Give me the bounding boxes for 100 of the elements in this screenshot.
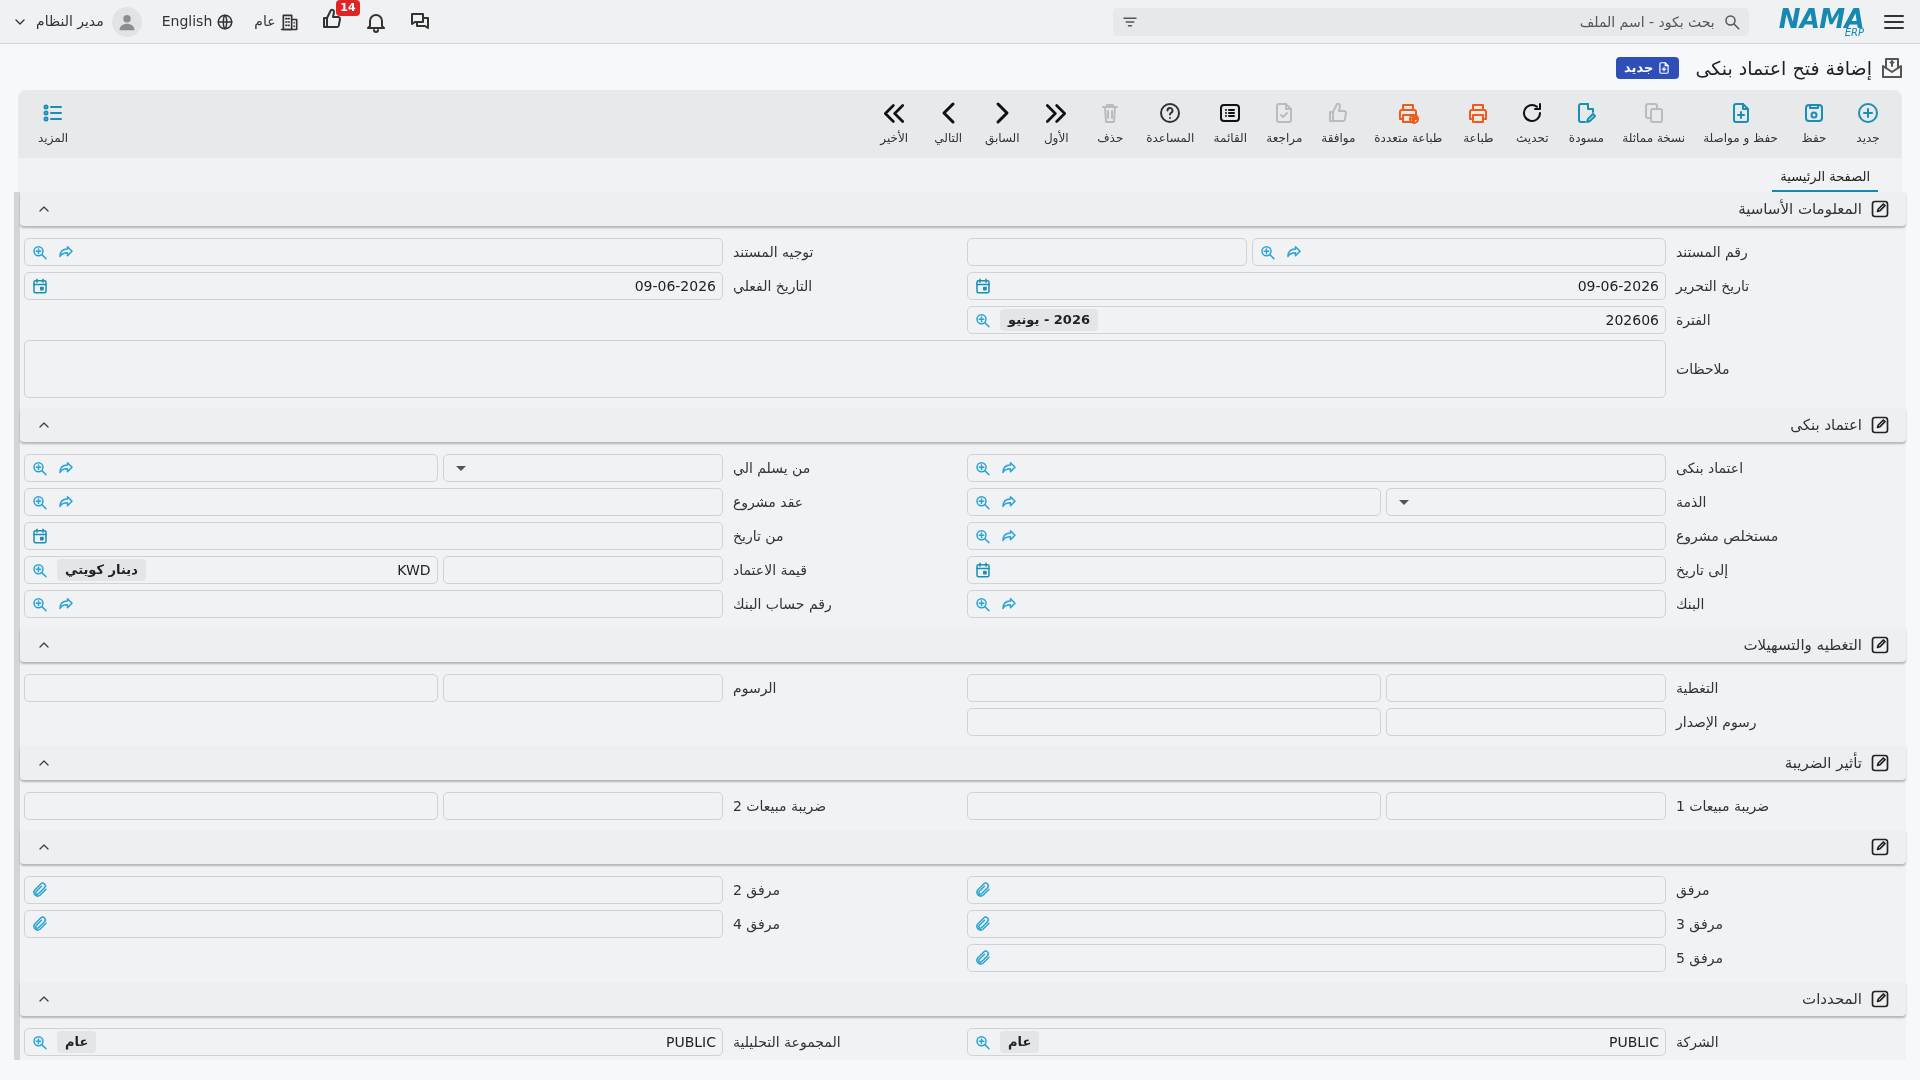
toolbar-button[interactable]: حفظ و مواصلة xyxy=(1695,101,1786,147)
attachment-field[interactable] xyxy=(967,944,1666,972)
field-label: الرسوم xyxy=(732,678,778,699)
toolbar-button[interactable]: طباعة متعددة xyxy=(1366,101,1451,147)
calendar-icon xyxy=(31,527,49,545)
search-add-icon xyxy=(974,595,992,613)
page-title: إضافة فتح اعتماد بنكى xyxy=(1695,55,1872,82)
lookup-field[interactable] xyxy=(967,454,1666,482)
field-label: من تاريخ xyxy=(732,526,785,547)
value-tag: عام xyxy=(57,1031,97,1053)
calendar-icon xyxy=(974,277,992,295)
dropdown-field[interactable] xyxy=(442,454,723,482)
language-button[interactable]: English xyxy=(161,11,235,32)
search-add-icon xyxy=(974,459,992,477)
section-header[interactable]: تأثير الضريبة xyxy=(20,746,1906,780)
paperclip-icon xyxy=(31,881,49,899)
toolbar-button[interactable]: الأول xyxy=(1030,101,1083,147)
search-add-icon xyxy=(974,311,992,329)
calendar-icon xyxy=(974,561,992,579)
date-field[interactable] xyxy=(24,522,723,550)
date-field[interactable]: 09-06-2026 xyxy=(24,272,723,300)
status-badge: جديد xyxy=(1616,57,1680,79)
toolbar-button[interactable]: نسخة مماثلة xyxy=(1614,101,1694,147)
attachment-field[interactable] xyxy=(24,910,723,938)
toolbar-button[interactable]: الأخير xyxy=(868,101,921,147)
lookup-field[interactable] xyxy=(967,590,1666,618)
toolbar-button[interactable]: السابق xyxy=(976,101,1029,147)
input-field[interactable] xyxy=(967,238,1248,266)
paperclip-icon xyxy=(974,881,992,899)
paperclip-icon xyxy=(31,915,49,933)
caret-down-icon xyxy=(455,465,466,471)
edit-icon xyxy=(1870,635,1890,655)
field-label: مرفق 4 xyxy=(732,914,781,935)
toolbar-button[interactable]: موافقة xyxy=(1312,101,1365,147)
toolbar-button[interactable]: طباعة xyxy=(1452,101,1505,147)
section-header[interactable]: اعتماد بنكى xyxy=(20,408,1906,442)
input-field[interactable] xyxy=(24,674,438,702)
section-header[interactable]: المعلومات الأساسية xyxy=(20,192,1906,226)
dropdown-field[interactable] xyxy=(1385,488,1666,516)
attachment-field[interactable] xyxy=(24,876,723,904)
field-label: مرفق 2 xyxy=(732,880,781,901)
lookup-field[interactable] xyxy=(24,454,438,482)
calendar-icon xyxy=(31,277,49,295)
toolbar-button[interactable]: تحديث xyxy=(1506,101,1559,147)
search-icon xyxy=(1722,12,1741,31)
lookup-field[interactable] xyxy=(967,522,1666,550)
date-field[interactable]: 09-06-2026 xyxy=(967,272,1666,300)
lookup-field[interactable] xyxy=(1252,238,1666,266)
field-label: التغطية xyxy=(1675,678,1720,698)
lookup-field[interactable] xyxy=(24,590,723,618)
field-label: ضريبة مبيعات 2 xyxy=(732,796,828,817)
lookup-field[interactable] xyxy=(24,238,723,266)
toolbar-button[interactable]: حفظ xyxy=(1788,101,1840,147)
toolbar-button[interactable]: مراجعة xyxy=(1258,101,1311,147)
more-button[interactable]: المزيد xyxy=(26,101,81,147)
input-field[interactable] xyxy=(1385,708,1666,736)
input-field[interactable] xyxy=(967,792,1381,820)
attachment-field[interactable] xyxy=(967,910,1666,938)
notes-field[interactable] xyxy=(24,340,1666,398)
field-label: توجيه المستند xyxy=(732,242,815,263)
date-field[interactable] xyxy=(967,556,1666,584)
search-add-icon xyxy=(31,561,49,579)
field-label: الشركة xyxy=(1675,1032,1720,1053)
field-label: ضريبة مبيعات 1 xyxy=(1675,796,1771,817)
field-label: ملاحظات xyxy=(1675,359,1731,379)
section-header[interactable]: التغطيه والتسهيلات xyxy=(20,628,1906,662)
input-field[interactable] xyxy=(1385,792,1666,820)
toolbar-button[interactable]: مسودة xyxy=(1560,101,1613,147)
input-field[interactable] xyxy=(442,556,723,584)
search-add-icon xyxy=(1259,243,1278,261)
search-add-icon xyxy=(31,1033,49,1051)
input-field[interactable] xyxy=(442,792,723,820)
lookup-field[interactable] xyxy=(967,488,1381,516)
field-value: 09-06-2026 xyxy=(634,276,716,296)
avatar xyxy=(111,6,142,37)
field-label: رقم حساب البنك xyxy=(732,594,833,615)
attachment-field[interactable] xyxy=(967,876,1666,904)
lookup-field[interactable] xyxy=(24,488,723,516)
input-field[interactable] xyxy=(967,674,1381,702)
company-button[interactable]: عام xyxy=(254,11,300,32)
toolbar-button[interactable]: المساعدة xyxy=(1138,101,1203,147)
toolbar-button[interactable]: القائمة xyxy=(1204,101,1257,147)
envelope-icon xyxy=(1880,56,1904,80)
input-field[interactable] xyxy=(442,674,723,702)
field-label: عقد مشروع xyxy=(732,492,805,513)
toolbar-button[interactable]: التالي xyxy=(922,101,975,147)
toolbar-button[interactable]: جديد xyxy=(1842,101,1894,147)
field-label: رقم المستند xyxy=(1675,242,1749,263)
input-field[interactable] xyxy=(967,708,1381,736)
user-menu[interactable]: مدير النظام xyxy=(12,6,142,37)
input-field[interactable] xyxy=(24,792,438,820)
section-title: تأثير الضريبة xyxy=(1784,751,1862,774)
search-field[interactable]: بحث بكود - اسم الملف xyxy=(1112,7,1749,36)
search-add-icon xyxy=(974,493,992,511)
field-label: من يسلم الي xyxy=(732,458,812,479)
input-field[interactable] xyxy=(1385,674,1666,702)
field-label: تاريخ التحرير xyxy=(1674,276,1751,297)
toolbar-button[interactable]: حذف xyxy=(1084,101,1137,147)
field-value: KWD xyxy=(397,560,431,580)
section-header[interactable]: المحددات xyxy=(20,982,1906,1016)
